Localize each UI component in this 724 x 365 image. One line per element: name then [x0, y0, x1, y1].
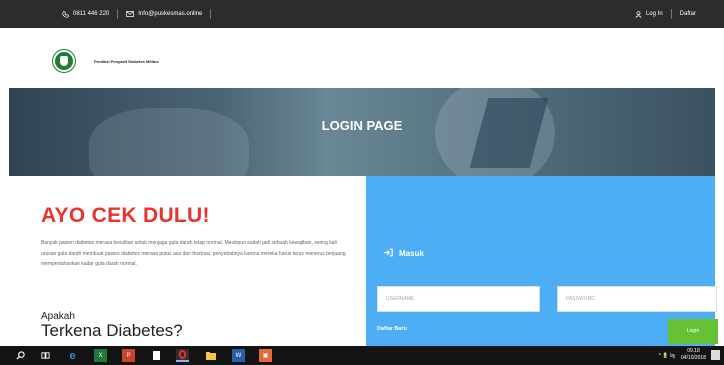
tray-icons[interactable]: ^ 🔋 ㏒: [659, 352, 675, 359]
divider: [670, 9, 672, 19]
divider: [117, 9, 119, 19]
login-link[interactable]: Log In: [635, 10, 663, 18]
top-bar: 0811 446 220 Info@puskesmas.online Log I…: [0, 0, 724, 28]
auth-links: Log In Daftar: [635, 9, 696, 19]
password-input[interactable]: [557, 286, 717, 312]
windows-taskbar: e X P W ▣ ^ 🔋 ㏒ 09.18 04/10/2018: [0, 346, 724, 365]
login-link-label: Log In: [645, 11, 663, 17]
brand-name[interactable]: Prediksi Penyakit Diabetes Militus: [94, 59, 159, 64]
logo[interactable]: [53, 50, 75, 72]
sign-in-icon: [383, 248, 393, 259]
login-button[interactable]: Login: [668, 319, 718, 344]
phone-contact: 0811 446 220: [62, 10, 110, 18]
register-new-link[interactable]: Daftar Baru: [377, 326, 407, 332]
username-input[interactable]: [377, 286, 540, 312]
intro-section: AYO CEK DULU! Banyak pasien diabetes mer…: [9, 176, 366, 346]
user-icon: [635, 10, 642, 18]
envelope-icon: [126, 11, 135, 17]
intro-heading: AYO CEK DULU!: [41, 204, 210, 227]
hero-banner: LOGIN PAGE: [9, 88, 715, 176]
register-link[interactable]: Daftar: [680, 11, 696, 17]
opera-icon[interactable]: [176, 349, 189, 362]
search-icon[interactable]: [14, 349, 27, 362]
word-icon[interactable]: W: [232, 349, 245, 362]
powerpoint-icon[interactable]: P: [122, 349, 135, 362]
question-large: Terkena Diabetes?: [41, 321, 183, 340]
divider: [210, 9, 212, 19]
clock[interactable]: 09.18 04/10/2018: [681, 348, 706, 362]
phone-number: 0811 446 220: [73, 11, 110, 17]
clock-time: 09.18: [687, 348, 700, 354]
login-title-label: Masuk: [399, 249, 424, 258]
login-title: Masuk: [383, 248, 424, 259]
login-panel: Masuk Daftar Baru Login: [366, 176, 718, 346]
task-view-icon[interactable]: [39, 349, 52, 362]
app-icon[interactable]: ▣: [259, 349, 272, 362]
system-tray: ^ 🔋 ㏒ 09.18 04/10/2018: [659, 348, 706, 362]
page-title: LOGIN PAGE: [321, 118, 403, 133]
contact-info: 0811 446 220 Info@puskesmas.online: [62, 9, 219, 19]
clock-date: 04/10/2018: [680, 355, 706, 361]
file-explorer-icon[interactable]: [204, 349, 217, 362]
edge-icon[interactable]: e: [66, 349, 79, 362]
excel-icon[interactable]: X: [94, 349, 107, 362]
phone-icon: [62, 10, 69, 18]
email-address: Info@puskesmas.online: [138, 11, 203, 17]
site-header: Prediksi Penyakit Diabetes Militus: [0, 28, 724, 88]
notification-icon[interactable]: [711, 350, 720, 360]
file-icon[interactable]: [150, 349, 163, 362]
intro-paragraph: Banyak pasien diabetes merasa kesulitan …: [41, 240, 346, 267]
email-contact[interactable]: Info@puskesmas.online: [126, 11, 202, 17]
